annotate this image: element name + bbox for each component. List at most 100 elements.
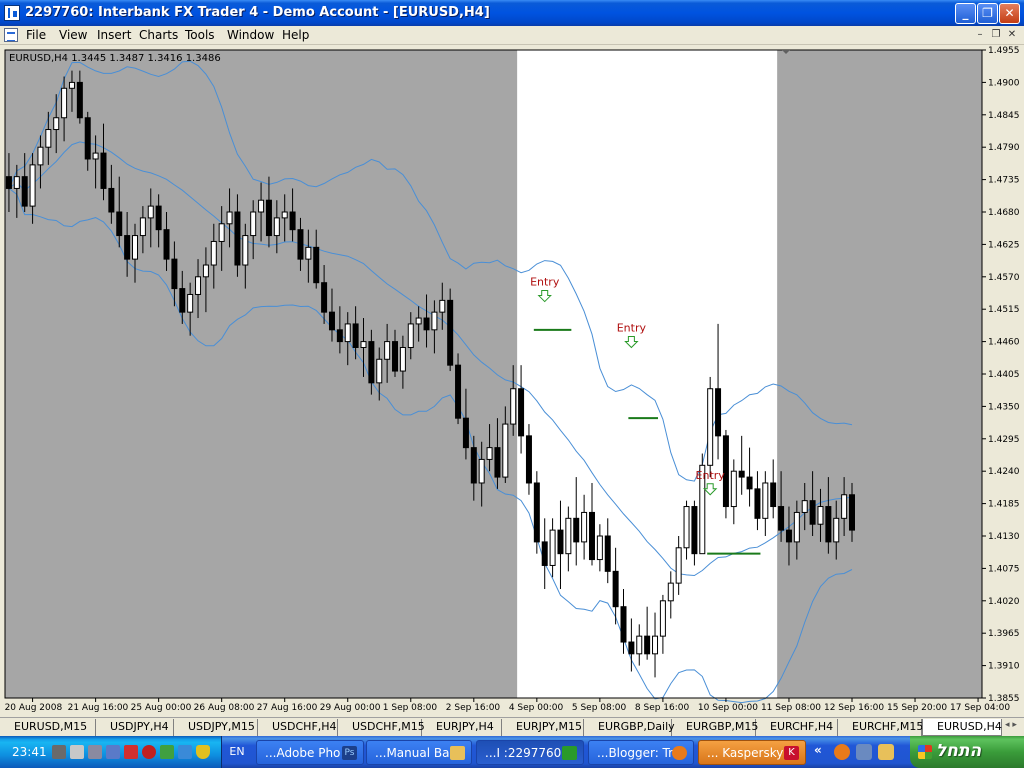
window-title-bar[interactable]: 2297760: Interbank FX Trader 4 - Demo Ac…	[0, 0, 1024, 26]
candle-body	[84, 117, 91, 160]
entry-label: Entry	[617, 321, 647, 334]
chart-close-button[interactable]: ✕	[1006, 29, 1018, 41]
time-tick-label: 8 Sep 16:00	[635, 703, 690, 713]
tab-eurchf-h4[interactable]: EURCHF,H4	[756, 719, 838, 736]
mt4-icon	[562, 746, 577, 760]
tab-usdchf-m15[interactable]: USDCHF,M15	[338, 719, 425, 736]
menu-tools[interactable]: Tools	[185, 28, 215, 42]
tray-signal-icon[interactable]	[160, 745, 174, 759]
close-button[interactable]: ✕	[999, 3, 1020, 24]
task-button-kaspersky[interactable]: ... Kaspersky K	[698, 740, 806, 765]
candle-body	[494, 447, 501, 478]
candle-body	[53, 117, 60, 131]
tray-kaspersky-icon[interactable]	[124, 745, 138, 759]
chart-restore-button[interactable]: ❐	[990, 29, 1002, 41]
candle-body	[557, 529, 564, 555]
chart-window-icon[interactable]	[4, 28, 18, 42]
tray-alert-icon[interactable]	[142, 745, 156, 759]
minimize-button[interactable]: _	[955, 3, 976, 24]
time-tick-label: 17 Sep 04:00	[950, 703, 1010, 713]
candle-body	[392, 341, 399, 372]
candle-body	[691, 506, 698, 555]
tray-app-icon[interactable]	[88, 745, 102, 759]
candle-body	[636, 635, 643, 655]
menu-charts[interactable]: Charts	[139, 28, 178, 42]
candle-body	[581, 511, 588, 543]
candle-body	[116, 211, 123, 237]
price-axis: 1.4955 1.4900 1.4845 1.4790 1.4735 1.4680 1.46…	[982, 46, 1020, 704]
candle-body	[5, 176, 12, 189]
candle-body	[565, 517, 572, 555]
price-tick-label: 1.4020	[988, 597, 1020, 607]
menu-window[interactable]: Window	[227, 28, 274, 42]
tab-eurusd-m15[interactable]: EURUSD,M15	[0, 719, 96, 736]
tray-sync-icon[interactable]	[178, 745, 192, 759]
menu-file[interactable]: File	[26, 28, 46, 42]
menu-view[interactable]: View	[59, 28, 87, 42]
time-tick-label: 10 Sep 00:00	[698, 703, 758, 713]
time-tick-label: 2 Sep 16:00	[446, 703, 501, 713]
tab-scroll-arrows[interactable]: ◂ ▸	[1000, 720, 1022, 734]
candle-body	[707, 388, 714, 466]
app-icon[interactable]	[4, 5, 20, 21]
task-button-mt4[interactable]: ...I :2297760	[476, 740, 584, 765]
candle-body	[848, 494, 855, 531]
menu-help[interactable]: Help	[282, 28, 309, 42]
candle-body	[92, 152, 99, 160]
entry-label: Entry	[696, 469, 726, 482]
price-tick-label: 1.4240	[988, 467, 1020, 477]
chart-minimize-button[interactable]: –	[974, 29, 986, 41]
tab-eurgbp-daily[interactable]: EURGBP,Daily	[584, 719, 675, 736]
candle-body	[573, 517, 580, 543]
candle-body	[817, 506, 824, 525]
menu-bar: File View Insert Charts Tools Window Hel…	[0, 26, 1024, 45]
tab-eurjpy-m15[interactable]: EURJPY,M15	[502, 719, 584, 736]
tab-eurgbp-m15[interactable]: EURGBP,M15	[672, 719, 758, 736]
task-button-photoshop[interactable]: ...Adobe Pho Ps	[256, 740, 364, 765]
candle-body	[423, 317, 430, 331]
quicklaunch-icon[interactable]	[856, 744, 872, 760]
candle-body	[218, 223, 225, 242]
chart-window[interactable]: Entry Entry Entry 1.4955 1.4900 1.4845 1.4790…	[0, 45, 1024, 717]
price-tick-label: 1.4680	[988, 208, 1020, 218]
window-title: 2297760: Interbank FX Trader 4 - Demo Ac…	[25, 5, 490, 20]
candle-body	[541, 541, 548, 566]
price-tick-label: 1.4955	[988, 46, 1020, 56]
time-tick-label: 20 Aug 2008	[5, 703, 63, 713]
taskbar: 23:41 EN ...Adobe Pho Ps ...Manual Bac .…	[0, 736, 1024, 768]
start-button[interactable]: התחל	[910, 736, 1024, 768]
candle-body	[659, 600, 666, 637]
candle-body	[510, 388, 517, 425]
highlight-region	[517, 50, 778, 698]
tray-shield-icon[interactable]	[196, 745, 210, 759]
candle-body	[447, 299, 454, 366]
language-indicator[interactable]: EN	[226, 741, 248, 763]
tab-eurjpy-h4[interactable]: EURJPY,H4	[422, 719, 502, 736]
firefox-icon	[672, 746, 687, 760]
tab-usdjpy-m15[interactable]: USDJPY,M15	[174, 719, 258, 736]
clock[interactable]: 23:41	[12, 745, 47, 759]
candle-body	[518, 388, 525, 437]
task-button-manual-backtest[interactable]: ...Manual Bac	[366, 740, 472, 765]
price-tick-label: 1.4515	[988, 305, 1020, 315]
task-button-blogger[interactable]: ...Blogger: Tr	[588, 740, 694, 765]
tray-network-icon[interactable]	[52, 745, 66, 759]
quick-launch-expand-icon[interactable]: «	[814, 743, 822, 757]
firefox-quicklaunch-icon[interactable]	[834, 744, 850, 760]
quicklaunch-tools-icon[interactable]	[878, 744, 894, 760]
entry-label: Entry	[530, 276, 560, 289]
tray-display-icon[interactable]	[106, 745, 120, 759]
price-tick-label: 1.4405	[988, 370, 1020, 380]
restore-button[interactable]: ❐	[977, 3, 998, 24]
menu-insert[interactable]: Insert	[97, 28, 131, 42]
tab-eurusd-h4[interactable]: EURUSD,H4	[922, 719, 1002, 736]
tray-volume-icon[interactable]	[70, 745, 84, 759]
time-tick-label: 11 Sep 08:00	[761, 703, 821, 713]
tab-usdjpy-h4[interactable]: USDJPY,H4	[96, 719, 174, 736]
time-tick-label: 15 Sep 20:00	[887, 703, 947, 713]
tab-usdchf-h4[interactable]: USDCHF,H4	[258, 719, 338, 736]
start-label: התחל	[936, 741, 982, 761]
price-chart[interactable]: Entry Entry Entry 1.4955 1.4900 1.4845 1.4790…	[0, 45, 1024, 717]
tab-eurchf-m15[interactable]: EURCHF,M15	[838, 719, 923, 736]
candle-body	[45, 129, 52, 148]
